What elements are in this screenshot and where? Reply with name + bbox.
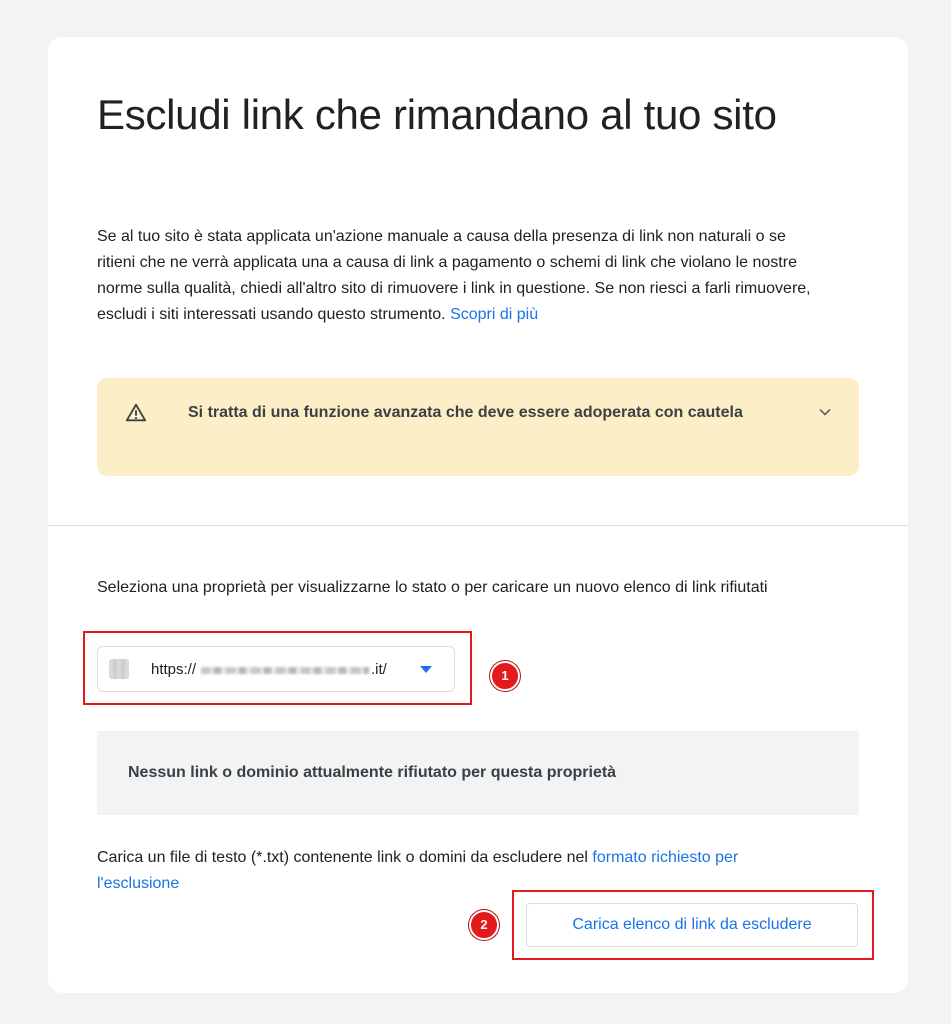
status-panel: Nessun link o dominio attualmente rifiut… [97, 731, 859, 815]
chevron-down-icon[interactable] [817, 404, 833, 420]
upload-description-text: Carica un file di testo (*.txt) contenen… [97, 849, 588, 866]
property-select-label: Seleziona una proprietà per visualizzarn… [97, 579, 768, 596]
page-title: Escludi link che rimandano al tuo sito [97, 91, 777, 138]
property-dropdown[interactable]: https:// .it/ [97, 646, 455, 692]
property-url-suffix: .it/ [371, 661, 387, 678]
warning-triangle-icon [125, 403, 147, 422]
disavow-card: Escludi link che rimandano al tuo sito S… [48, 37, 908, 993]
page-description: Se al tuo sito è stata applicata un'azio… [97, 224, 817, 328]
upload-disavow-list-button[interactable]: Carica elenco di link da escludere [526, 903, 858, 947]
warning-banner[interactable]: Si tratta di una funzione avanzata che d… [97, 378, 859, 476]
site-favicon-icon [109, 659, 129, 679]
status-text: Nessun link o dominio attualmente rifiut… [128, 764, 617, 781]
property-url-prefix: https:// [151, 661, 197, 678]
caret-down-icon[interactable] [420, 666, 432, 673]
section-divider [48, 525, 908, 526]
warning-text: Si tratta di una funzione avanzata che d… [188, 404, 743, 421]
annotation-marker-1: 1 [490, 661, 520, 691]
learn-more-link[interactable]: Scopri di più [450, 306, 538, 323]
annotation-marker-2: 2 [469, 910, 499, 940]
property-url-redacted [201, 667, 369, 674]
